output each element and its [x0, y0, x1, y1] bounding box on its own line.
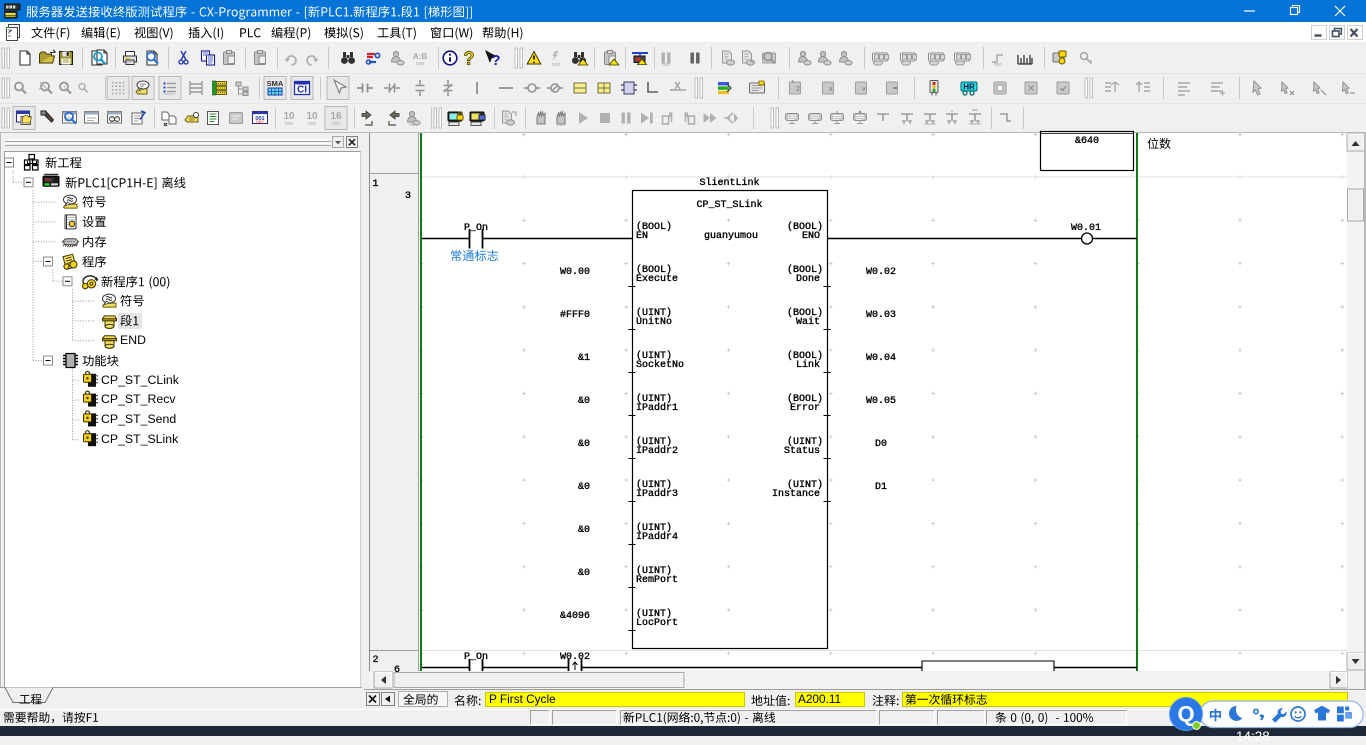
- svg-text:Q: Q: [1177, 702, 1194, 727]
